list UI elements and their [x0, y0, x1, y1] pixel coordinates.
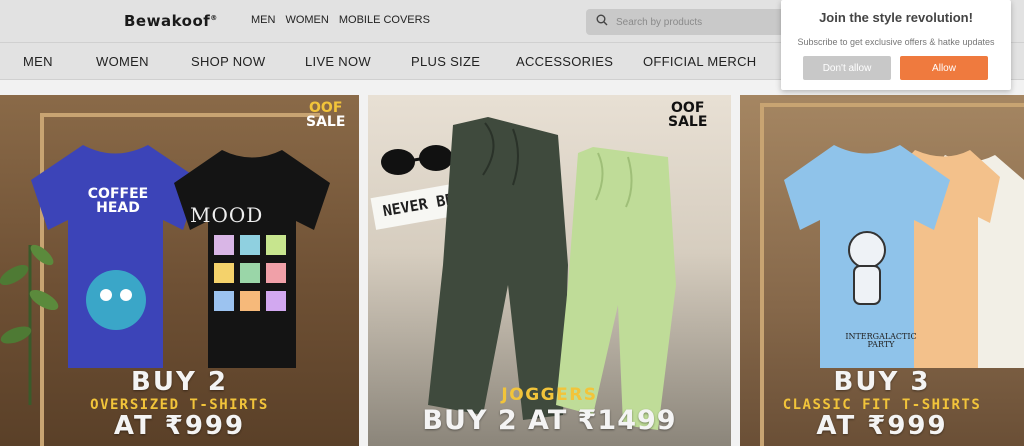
clothes-rail: [40, 113, 320, 117]
brand-logo[interactable]: Bewakoof®: [124, 12, 218, 30]
search-icon[interactable]: [596, 13, 608, 31]
nav-item-women[interactable]: WOMEN: [96, 54, 149, 69]
sale-badge-bottom: SALE: [306, 114, 346, 130]
dont-allow-button[interactable]: Don't allow: [803, 56, 891, 80]
banner-title: BUY 3: [833, 367, 931, 397]
nav-item-official-merch[interactable]: OFFICIAL MERCH: [643, 54, 757, 69]
popup-subtitle: Subscribe to get exclusive offers & hatk…: [797, 37, 995, 47]
banner-price: AT ₹999: [816, 411, 948, 441]
nav-item-shop-now[interactable]: SHOP NOW: [191, 54, 265, 69]
banner-oversized-tshirts[interactable]: COFFEE HEAD MOOD OOF SALE BUY 2 OVERSIZE…: [0, 95, 359, 446]
sale-badge: OOF SALE: [668, 101, 707, 129]
popup-title: Join the style revolution!: [819, 10, 973, 25]
nav-item-plus-size[interactable]: PLUS SIZE: [411, 54, 480, 69]
nav-item-accessories[interactable]: ACCESSORIES: [516, 54, 613, 69]
top-links: MEN WOMEN MOBILE COVERS: [251, 14, 430, 26]
banner-subtitle: JOGGERS: [501, 385, 598, 405]
banner-price: BUY 2 AT ₹1499: [422, 405, 677, 436]
search-input[interactable]: [616, 16, 766, 28]
nav-item-men[interactable]: MEN: [23, 54, 53, 69]
logo-registered-mark: ®: [210, 14, 218, 22]
top-link-women[interactable]: WOMEN: [285, 14, 328, 26]
banner-classic-fit-tshirts[interactable]: INTERGALACTIC PARTY BUY 3 CLASSIC FIT T-…: [740, 95, 1024, 446]
sale-badge: OOF SALE: [306, 101, 345, 129]
black-tshirt-image: [174, 150, 330, 368]
sale-badge-bottom: SALE: [668, 114, 708, 130]
top-link-mobile-covers[interactable]: MOBILE COVERS: [339, 14, 430, 26]
allow-button[interactable]: Allow: [900, 56, 988, 80]
clothes-rail: [760, 103, 1024, 107]
banner-title: BUY 2: [131, 367, 228, 397]
logo-text: Bewakoof: [124, 12, 211, 30]
tshirt-print-coffee-head: COFFEE HEAD: [87, 186, 149, 216]
search-box[interactable]: [586, 9, 786, 35]
nav-item-live-now[interactable]: LIVE NOW: [305, 54, 371, 69]
sale-badge-top: OOF: [309, 100, 343, 116]
banner-joggers[interactable]: NEVER BRING IT UP OOF SALE JOGGERS BUY 2…: [368, 95, 731, 446]
banner-price: AT ₹999: [113, 411, 246, 441]
top-link-men[interactable]: MEN: [251, 14, 275, 26]
tshirt-print-intergalactic: INTERGALACTIC PARTY: [845, 332, 917, 349]
page: Bewakoof® MEN WOMEN MOBILE COVERS MEN WO…: [0, 0, 1024, 446]
tshirt-print-mood: MOOD: [190, 203, 264, 227]
subscribe-popup: Join the style revolution! Subscribe to …: [781, 0, 1011, 90]
sale-badge-top: OOF: [671, 100, 705, 116]
